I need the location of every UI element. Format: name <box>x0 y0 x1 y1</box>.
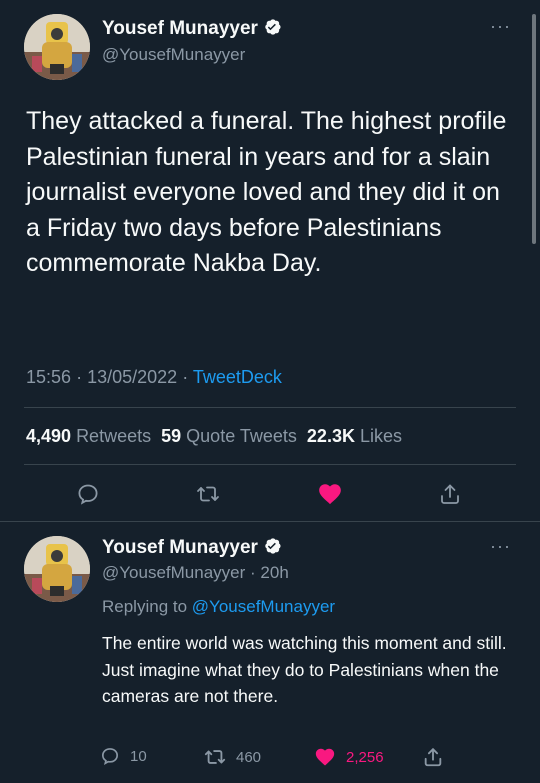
tweet-stats: 4,490 Retweets 59 Quote Tweets 22.3K Lik… <box>26 426 402 447</box>
reply-share-button[interactable] <box>420 744 446 770</box>
likes-count: 22.3K <box>306 426 355 446</box>
share-icon <box>441 484 459 504</box>
share-button[interactable] <box>434 478 466 510</box>
replying-to: Replying to @YousefMunayyer <box>102 597 335 617</box>
like-button[interactable] <box>314 478 346 510</box>
reply-author-name-text: Yousef Munayyer <box>102 537 258 558</box>
avatar[interactable] <box>24 14 90 80</box>
more-icon[interactable]: ··· <box>490 16 511 37</box>
reply-button[interactable] <box>72 478 104 510</box>
reply-text: The entire world was watching this momen… <box>102 633 507 706</box>
reply-retweet-button[interactable]: 460 <box>204 746 261 768</box>
retweet-button[interactable] <box>192 478 224 510</box>
reply-reply-button[interactable]: 10 <box>100 746 147 766</box>
meta-separator: · <box>76 367 83 387</box>
reply-count: 10 <box>130 747 147 765</box>
retweet-icon <box>204 750 226 764</box>
retweet-icon <box>197 486 219 502</box>
quotes-count: 59 <box>161 426 182 446</box>
verified-badge-icon <box>262 536 282 562</box>
divider <box>24 407 516 408</box>
reply-icon <box>101 748 119 765</box>
tweet-divider <box>0 521 540 522</box>
reply-avatar[interactable] <box>24 536 90 602</box>
retweets-label: Retweets <box>76 426 152 446</box>
reply-handle[interactable]: @YousefMunayyer <box>102 563 245 582</box>
replying-handle[interactable]: @YousefMunayyer <box>192 597 335 616</box>
tweet-source[interactable]: TweetDeck <box>193 367 282 387</box>
tweet-meta: 15:56 · 13/05/2022 · TweetDeck <box>26 367 282 388</box>
like-icon <box>319 484 341 505</box>
reply-meta: @YousefMunayyer · 20h <box>102 563 289 583</box>
avatar-image <box>24 536 90 602</box>
reply-age[interactable]: 20h <box>260 563 288 582</box>
meta-separator: · <box>250 563 256 582</box>
quotes-stat[interactable]: 59 Quote Tweets <box>161 426 297 446</box>
divider <box>24 464 516 465</box>
reply-icon <box>78 484 98 505</box>
author-name[interactable]: Yousef Munayyer <box>102 17 282 43</box>
meta-separator: · <box>182 367 189 387</box>
like-count: 2,256 <box>346 748 384 766</box>
reply-like-button[interactable]: 2,256 <box>314 746 384 768</box>
retweets-stat[interactable]: 4,490 Retweets <box>26 426 151 446</box>
quotes-label: Quote Tweets <box>186 426 297 446</box>
tweet-date[interactable]: 13/05/2022 <box>87 367 177 387</box>
tweet-time[interactable]: 15:56 <box>26 367 71 387</box>
like-icon <box>315 748 335 766</box>
tweet-text: They attacked a funeral. The highest pro… <box>26 107 507 278</box>
author-handle[interactable]: @YousefMunayyer <box>102 45 245 65</box>
retweets-count: 4,490 <box>26 426 72 446</box>
share-icon <box>424 748 442 767</box>
retweet-count: 460 <box>236 748 262 766</box>
scrollbar[interactable] <box>532 14 536 244</box>
author-name-text: Yousef Munayyer <box>102 18 258 39</box>
avatar-image <box>24 14 90 80</box>
verified-badge-icon <box>262 17 282 43</box>
more-icon[interactable]: ··· <box>490 536 511 557</box>
replying-prefix: Replying to <box>102 597 188 616</box>
likes-label: Likes <box>359 426 403 446</box>
reply-author-name[interactable]: Yousef Munayyer <box>102 536 282 562</box>
likes-stat[interactable]: 22.3K Likes <box>307 426 402 446</box>
